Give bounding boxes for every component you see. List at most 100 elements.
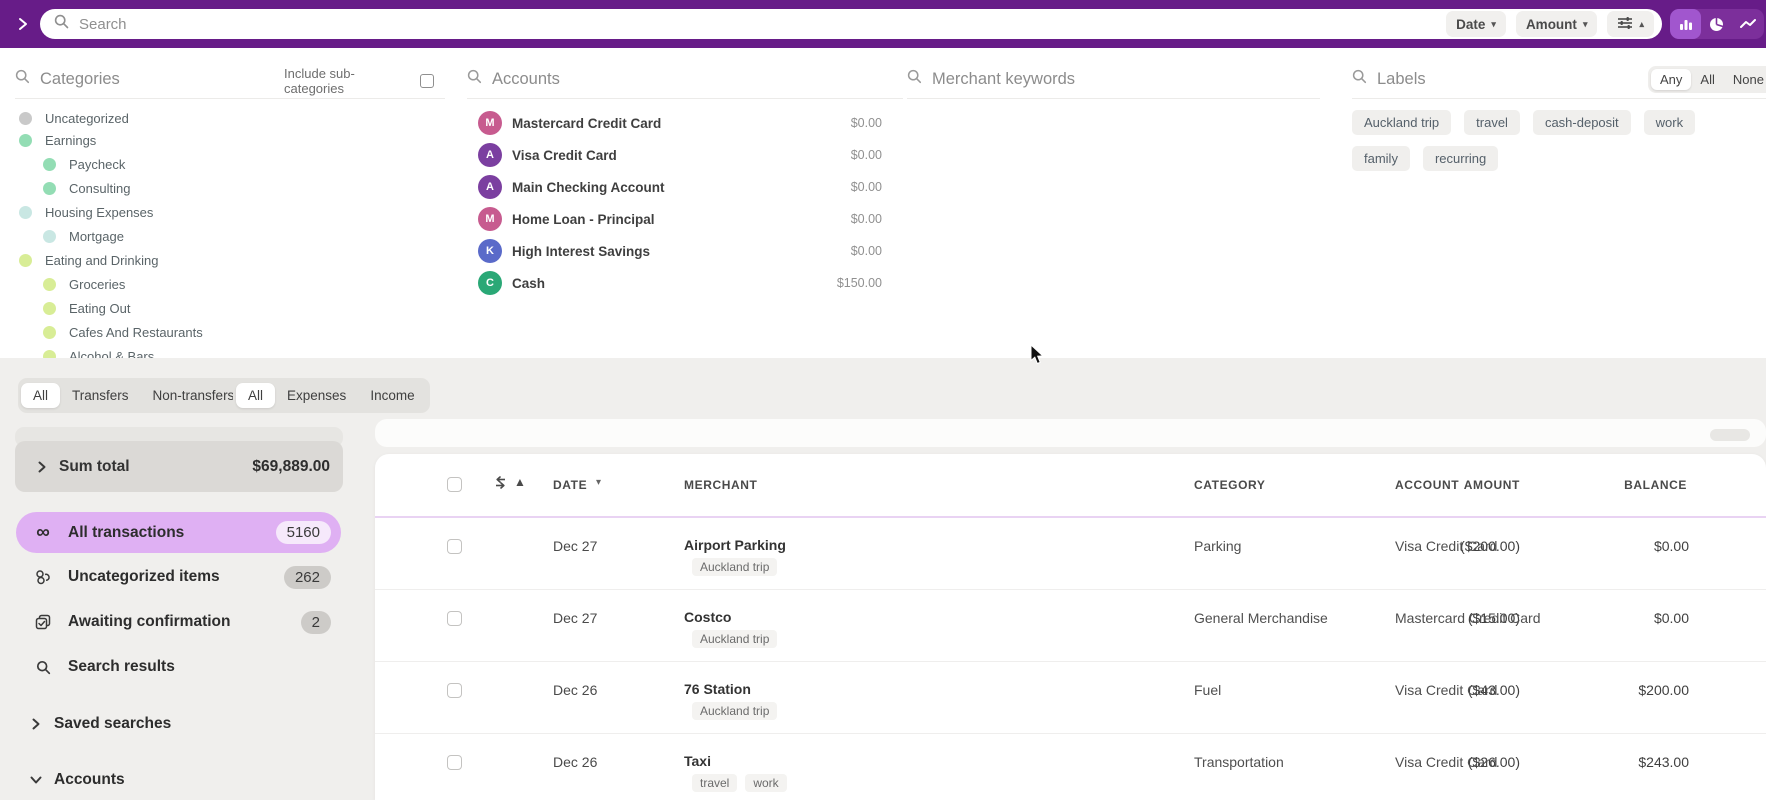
search-input[interactable] [79, 15, 1437, 33]
tab-all-transfers[interactable]: All [21, 383, 61, 408]
cell-labels: Auckland trip [692, 630, 778, 648]
search-icon [54, 14, 69, 34]
category-item[interactable]: Uncategorized [19, 106, 129, 130]
tab-all-types[interactable]: All [236, 383, 276, 408]
cell-account: Mastercard Credit Card [1395, 610, 1541, 626]
row-checkbox[interactable] [447, 755, 462, 770]
transfer-sort-icon[interactable] [494, 476, 507, 494]
label-chip[interactable]: travel [692, 774, 738, 792]
search-icon [467, 69, 482, 89]
row-checkbox[interactable] [447, 611, 462, 626]
labels-title: Labels [1377, 69, 1426, 88]
category-item[interactable]: Eating and Drinking [19, 248, 158, 272]
search-icon [28, 660, 58, 675]
sidebar-item-uncategorized[interactable]: Uncategorized items 262 [16, 557, 341, 597]
saved-searches-toggle[interactable]: Saved searches [16, 706, 341, 742]
category-item[interactable]: Eating Out [43, 296, 130, 320]
type-filter-tabs: All Expenses Income [233, 378, 430, 413]
sidebar-item-awaiting-confirmation[interactable]: Awaiting confirmation 2 [16, 602, 341, 642]
category-item[interactable]: Cafes And Restaurants [43, 320, 203, 344]
filters-panel: Categories Include sub-categories Uncate… [0, 48, 1766, 358]
label-chip[interactable]: recurring [1422, 146, 1499, 171]
column-header-balance[interactable]: BALANCE [1537, 478, 1687, 492]
pie-chart-view-button[interactable] [1701, 9, 1732, 39]
label-chip[interactable]: work [1643, 110, 1696, 135]
label-chip[interactable]: work [745, 774, 787, 792]
sort-caret-icon: ▾ [596, 477, 602, 488]
row-checkbox[interactable] [447, 683, 462, 698]
label-chip[interactable]: Auckland trip [692, 702, 778, 720]
date-filter-button[interactable]: Date ▾ [1446, 11, 1506, 37]
account-balance: $0.00 [850, 180, 882, 194]
sidebar-collapse-icon[interactable] [14, 13, 32, 35]
label-chip[interactable]: Auckland trip [1352, 110, 1452, 135]
account-filter-item[interactable]: A Visa Credit Card $0.00 [478, 139, 914, 171]
filters-collapse-button[interactable]: ▴ [1607, 11, 1654, 37]
account-filter-item[interactable]: A Main Checking Account $0.00 [478, 171, 914, 203]
label-chip[interactable]: family [1352, 146, 1410, 171]
category-item[interactable]: Mortgage [43, 224, 124, 248]
cell-account: Visa Credit Card [1395, 754, 1498, 770]
category-color-dot [43, 229, 56, 243]
collapsed-summary-panel [375, 419, 1766, 447]
sum-total-card[interactable]: Sum total $69,889.00 [15, 441, 343, 492]
line-chart-view-button[interactable] [1733, 9, 1764, 39]
tab-transfers[interactable]: Transfers [60, 383, 141, 408]
sidebar-item-search-results[interactable]: Search results [16, 647, 341, 687]
cell-date: Dec 26 [553, 682, 598, 698]
transfer-filter-tabs: All Transfers Non-transfers [18, 378, 250, 413]
category-item[interactable]: Paycheck [43, 152, 125, 176]
select-all-checkbox[interactable] [447, 477, 462, 492]
cell-merchant: Costco [684, 609, 732, 625]
search-icon [15, 69, 30, 89]
include-subcategories-checkbox[interactable] [420, 74, 434, 88]
merchant-keywords-header: Merchant keywords [907, 64, 1075, 94]
column-header-category[interactable]: CATEGORY [1194, 478, 1265, 492]
cell-category: Fuel [1194, 682, 1222, 698]
accounts-section-toggle[interactable]: Accounts [16, 762, 341, 798]
label-chip[interactable]: Auckland trip [692, 558, 778, 576]
column-header-account[interactable]: ACCOUNT [1395, 478, 1459, 492]
tab-income[interactable]: Income [358, 383, 426, 408]
panel-resize-handle[interactable] [1710, 429, 1750, 441]
avatar: C [478, 271, 502, 295]
cell-balance: $200.00 [1638, 682, 1689, 698]
category-item[interactable]: Alcohol & Bars [43, 344, 154, 358]
category-item[interactable]: Groceries [43, 272, 125, 296]
warning-sort-icon[interactable]: ▲ [514, 475, 526, 489]
account-filter-item[interactable]: C Cash $150.00 [478, 267, 914, 299]
labels-match-all[interactable]: All [1691, 69, 1723, 90]
amount-filter-button[interactable]: Amount ▾ [1515, 11, 1598, 37]
tab-non-transfers[interactable]: Non-transfers [141, 383, 247, 408]
table-row[interactable]: Dec 26 76 Station Auckland trip ($43.00)… [375, 662, 1766, 734]
account-filter-item[interactable]: M Home Loan - Principal $0.00 [478, 203, 914, 235]
label-chip[interactable]: travel [1464, 110, 1520, 135]
account-filter-item[interactable]: K High Interest Savings $0.00 [478, 235, 914, 267]
label-chip[interactable]: cash-deposit [1532, 110, 1631, 135]
label-chip-list: Auckland trip travel cash-deposit work f… [1352, 110, 1752, 171]
label-chip[interactable]: Auckland trip [692, 630, 778, 648]
bar-chart-view-button[interactable] [1670, 9, 1702, 39]
category-color-dot [19, 133, 32, 147]
column-header-merchant[interactable]: MERCHANT [684, 478, 757, 492]
table-row[interactable]: Dec 26 Taxi travel work ($26.00) Transpo… [375, 734, 1766, 800]
account-filter-item[interactable]: M Mastercard Credit Card $0.00 [478, 107, 914, 139]
tab-expenses[interactable]: Expenses [275, 383, 358, 408]
labels-match-any[interactable]: Any [1651, 69, 1692, 90]
table-row[interactable]: Dec 27 Airport Parking Auckland trip ($2… [375, 518, 1766, 590]
category-item[interactable]: Consulting [43, 176, 130, 200]
accounts-filter-header: Accounts [467, 64, 560, 94]
row-checkbox[interactable] [447, 539, 462, 554]
labels-match-none[interactable]: None [1724, 69, 1766, 90]
chevron-right-icon [32, 718, 40, 730]
category-item[interactable]: Earnings [19, 128, 96, 152]
categories-title: Categories [40, 69, 120, 88]
count-badge: 5160 [275, 521, 331, 544]
cell-category: General Merchandise [1194, 610, 1328, 626]
sidebar-item-all-transactions[interactable]: ∞ All transactions 5160 [16, 512, 341, 553]
cell-category: Transportation [1194, 754, 1284, 770]
table-row[interactable]: Dec 27 Costco Auckland trip ($15.00) Gen… [375, 590, 1766, 662]
column-header-date[interactable]: DATE [553, 478, 587, 492]
category-item[interactable]: Housing Expenses [19, 200, 153, 224]
account-balance: $0.00 [850, 116, 882, 130]
